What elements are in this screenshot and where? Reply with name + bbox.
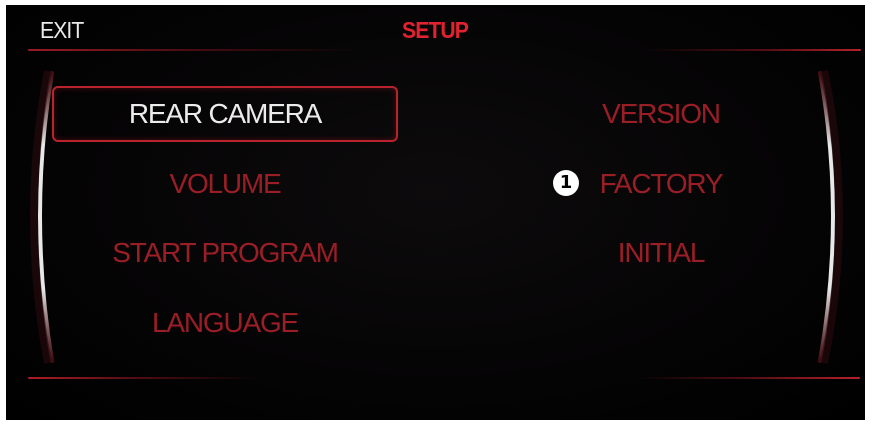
exit-button[interactable]: EXIT xyxy=(40,17,84,44)
left-bracket-shadow xyxy=(30,70,52,364)
menu-item-factory[interactable]: FACTORY xyxy=(486,168,836,200)
top-left-divider xyxy=(28,49,358,51)
top-right-divider xyxy=(646,49,861,51)
frame-brackets xyxy=(30,70,843,364)
menu-item-rear-camera[interactable]: REAR CAMERA xyxy=(50,98,400,130)
bottom-left-divider xyxy=(28,377,258,379)
page-title: SETUP xyxy=(402,17,469,43)
menu-item-initial[interactable]: INITIAL xyxy=(486,237,836,269)
menu-item-version[interactable]: VERSION xyxy=(486,98,836,130)
menu-item-volume[interactable]: VOLUME xyxy=(50,168,400,200)
menu-item-start-program[interactable]: START PROGRAM xyxy=(50,237,400,269)
setup-screen: EXIT SETUP REAR CAMERA VOLUME START PROG… xyxy=(6,5,865,420)
menu-item-language[interactable]: LANGUAGE xyxy=(50,307,400,339)
callout-marker: 1 xyxy=(553,170,579,196)
bottom-right-divider xyxy=(638,377,860,379)
